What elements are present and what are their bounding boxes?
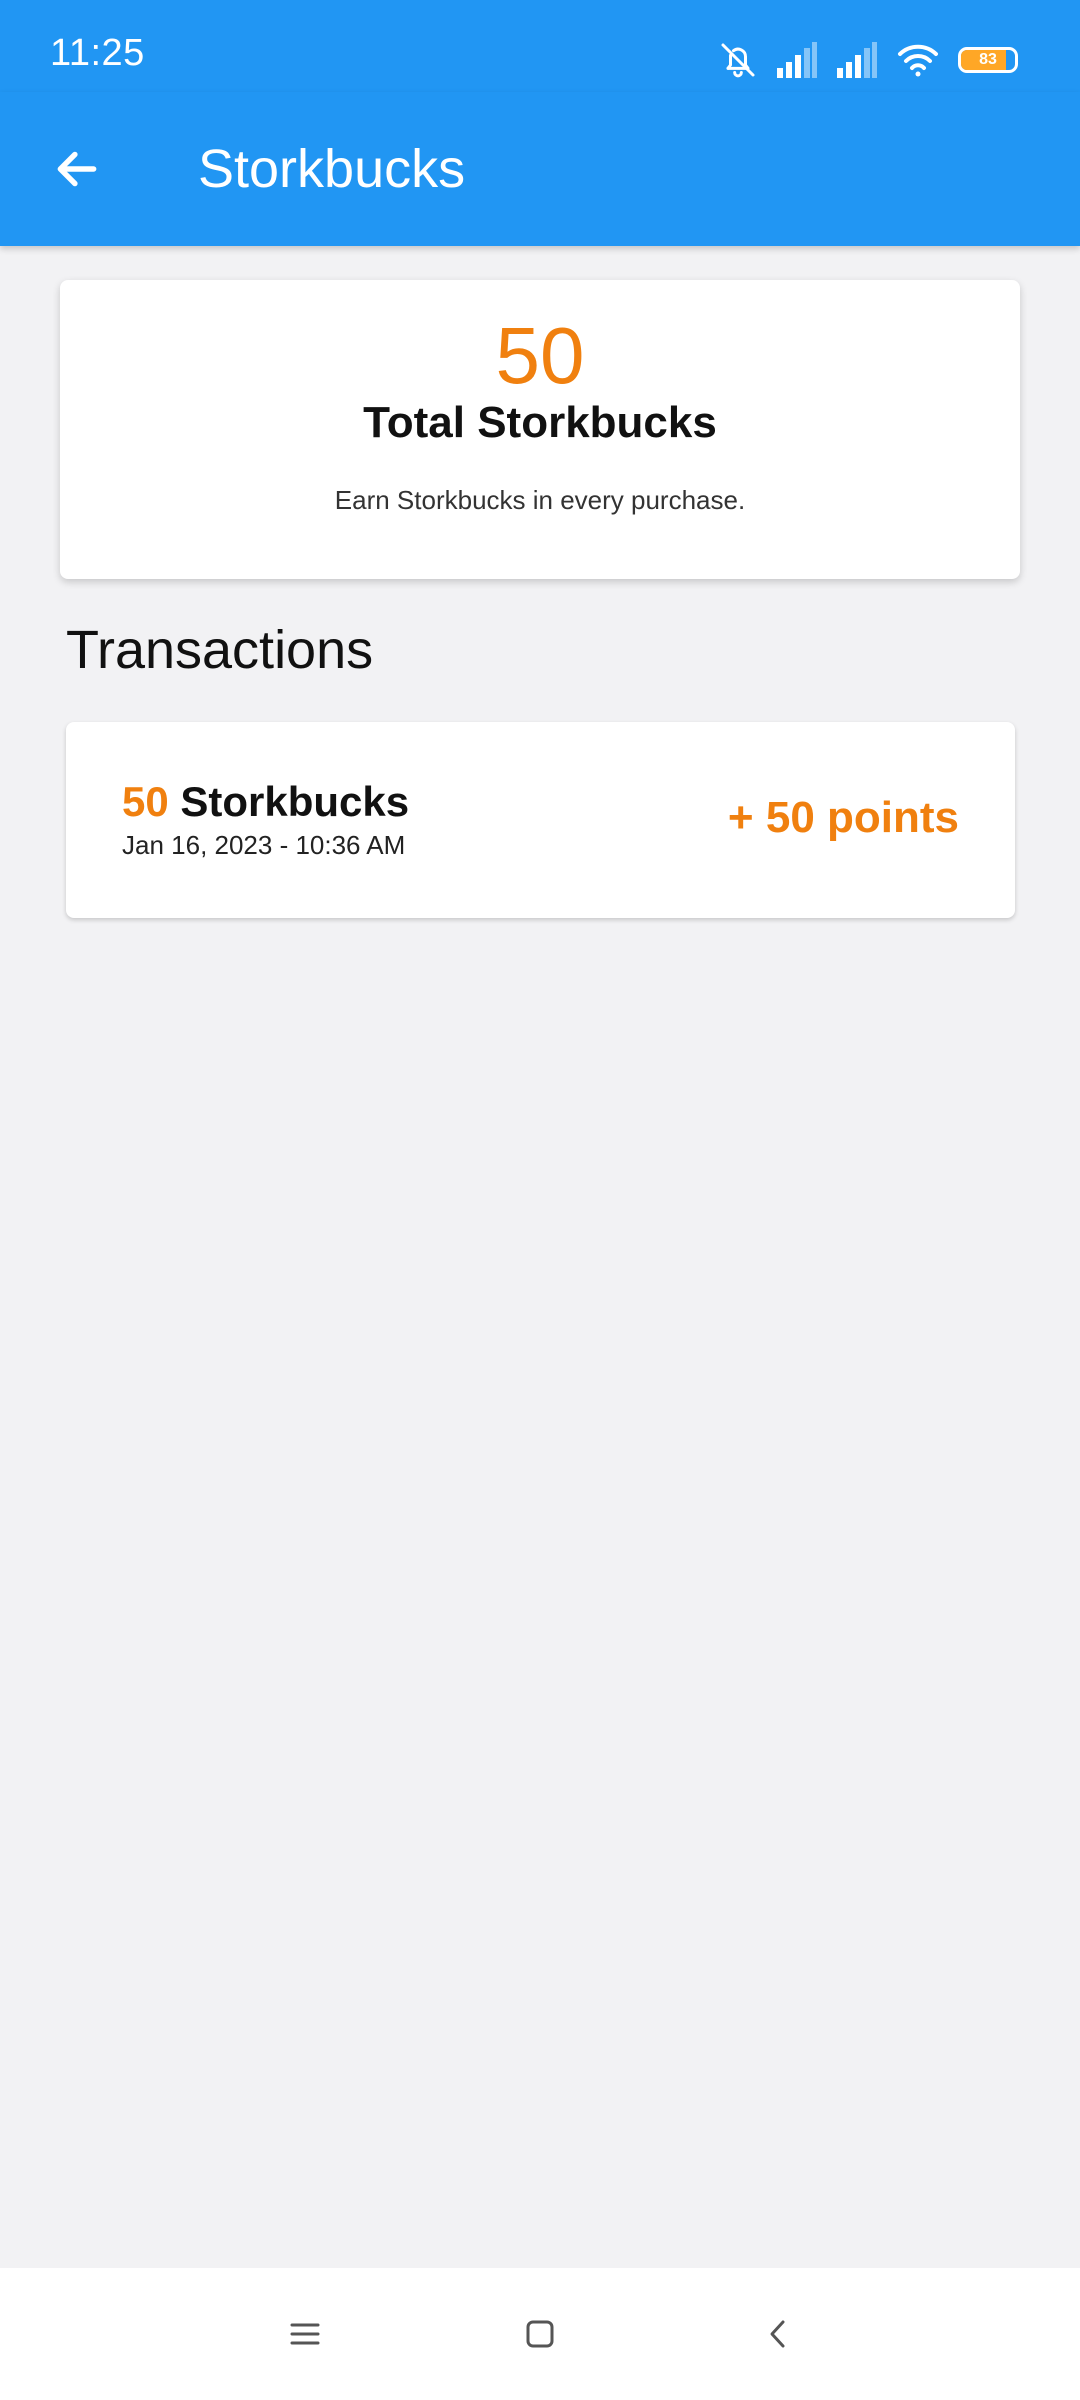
- navigation-bar: [0, 2268, 1080, 2400]
- status-icons: 83: [718, 38, 1018, 82]
- transactions-heading: Transactions: [66, 620, 374, 680]
- back-icon: [770, 2320, 785, 2348]
- bell-off-icon: [718, 40, 758, 80]
- storkbucks-summary-card: 50 Total Storkbucks Earn Storkbucks in e…: [60, 280, 1020, 579]
- total-storkbucks-label: Total Storkbucks: [363, 398, 717, 447]
- earn-hint: Earn Storkbucks in every purchase.: [334, 485, 746, 515]
- transaction-amount: 50: [122, 778, 169, 825]
- signal-icon: [836, 42, 878, 78]
- battery-icon: 83: [958, 47, 1018, 73]
- transaction-points: + 50 points: [727, 793, 959, 842]
- app-bar: Storkbucks: [0, 92, 1080, 246]
- transaction-unit: Storkbucks: [180, 778, 410, 825]
- wifi-icon: [896, 42, 940, 78]
- system-back-button[interactable]: [750, 2306, 806, 2362]
- transaction-date: Jan 16, 2023 - 10:36 AM: [122, 830, 406, 860]
- status-time: 11:25: [50, 32, 145, 74]
- menu-icon: [290, 2323, 320, 2345]
- page-title: Storkbucks: [198, 139, 466, 199]
- back-button[interactable]: [40, 132, 114, 206]
- battery-level: 83: [979, 51, 997, 68]
- arrow-left-icon: [57, 151, 97, 187]
- home-button[interactable]: [512, 2306, 568, 2362]
- status-bar: 11:25 83: [0, 0, 1080, 92]
- transaction-title: 50 Storkbucks: [122, 777, 409, 827]
- recent-apps-button[interactable]: [277, 2306, 333, 2362]
- transaction-card[interactable]: 50 Storkbucks Jan 16, 2023 - 10:36 AM + …: [66, 722, 1015, 918]
- home-icon: [526, 2320, 554, 2348]
- total-storkbucks-value: 50: [495, 311, 585, 400]
- signal-icon: [776, 42, 818, 78]
